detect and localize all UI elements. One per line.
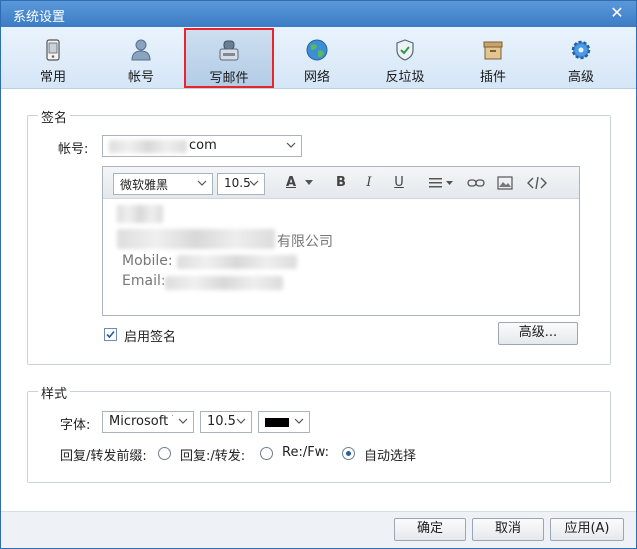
code-view-icon[interactable] xyxy=(527,176,547,190)
tab-account[interactable]: 帐号 xyxy=(97,29,185,87)
font-label: 字体: xyxy=(60,418,91,433)
close-icon[interactable]: ✕ xyxy=(608,4,626,22)
prefix-radio-auto[interactable] xyxy=(342,447,355,460)
underline-button[interactable]: U xyxy=(389,175,409,191)
selection-highlight xyxy=(184,28,274,88)
signature-email-label: Email: xyxy=(122,273,166,289)
prefix-radio-refw[interactable] xyxy=(260,447,273,460)
window-title: 系统设置 xyxy=(13,10,66,25)
enable-signature-checkbox[interactable] xyxy=(104,328,117,341)
redacted-account xyxy=(109,140,187,153)
title-bar: 系统设置 ✕ xyxy=(1,1,636,27)
editor-font-select[interactable]: 微软雅黑 xyxy=(113,173,213,195)
checkmark-icon xyxy=(106,330,115,339)
dialog-footer: 确定 取消 应用(A) xyxy=(1,511,636,548)
size-value: 10.5 xyxy=(207,414,236,429)
user-icon xyxy=(131,39,151,61)
tab-network[interactable]: 网络 xyxy=(273,29,361,87)
chevron-down-icon[interactable] xyxy=(305,180,313,186)
font-value: Microsoft Y xyxy=(109,414,173,429)
prefix-option-label: 自动选择 xyxy=(364,449,417,464)
style-group: 样式 字体: Microsoft Y 10.5 回复/转发前缀: 回复:/转发:… xyxy=(27,383,611,483)
tab-common[interactable]: 常用 xyxy=(9,29,97,87)
editor-size-value: 10.5 xyxy=(224,176,251,190)
bold-button[interactable]: B xyxy=(331,175,351,191)
chevron-down-icon xyxy=(197,180,207,186)
settings-content: 签名 帐号: com 微软雅黑 10.5 A B I U 有限公司 Mobile… xyxy=(7,91,630,511)
account-value: com xyxy=(189,138,217,153)
link-icon[interactable] xyxy=(467,177,485,189)
signature-advanced-button[interactable]: 高级... xyxy=(498,322,578,345)
gear-icon xyxy=(571,40,591,60)
italic-button[interactable]: I xyxy=(359,175,379,191)
tab-label: 常用 xyxy=(39,70,66,85)
prefix-option-label: Re:/Fw: xyxy=(282,445,329,460)
enable-signature-label: 启用签名 xyxy=(124,330,177,345)
tab-label: 网络 xyxy=(303,70,330,85)
prefix-radio-reply[interactable] xyxy=(158,447,171,460)
tab-label: 插件 xyxy=(479,70,506,85)
size-select[interactable]: 10.5 xyxy=(200,411,252,433)
apply-button[interactable]: 应用(A) xyxy=(550,518,624,541)
tab-label: 帐号 xyxy=(127,70,154,85)
redacted-name xyxy=(117,205,163,223)
tab-advanced[interactable]: 高级 xyxy=(537,29,625,87)
phone-icon xyxy=(46,39,60,61)
chevron-down-icon xyxy=(249,180,259,186)
signature-mobile-label: Mobile: xyxy=(122,253,173,269)
ok-button[interactable]: 确定 xyxy=(394,518,466,541)
align-icon[interactable] xyxy=(429,177,455,189)
signature-group-title: 签名 xyxy=(38,107,71,126)
editor-font-value: 微软雅黑 xyxy=(120,178,169,192)
font-color-button[interactable]: A xyxy=(281,175,301,191)
shield-icon xyxy=(396,39,414,61)
font-select[interactable]: Microsoft Y xyxy=(102,411,194,433)
image-icon[interactable] xyxy=(497,176,513,190)
signature-editor[interactable]: 微软雅黑 10.5 A B I U 有限公司 Mobile: Email: xyxy=(102,166,580,316)
globe-icon xyxy=(306,39,328,61)
tab-antispam[interactable]: 反垃圾 xyxy=(361,29,449,87)
style-group-title: 样式 xyxy=(38,383,71,402)
prefix-label: 回复/转发前缀: xyxy=(60,449,147,464)
chevron-down-icon xyxy=(286,142,296,148)
tab-label: 反垃圾 xyxy=(385,70,425,85)
cancel-button[interactable]: 取消 xyxy=(472,518,544,541)
signature-group: 签名 帐号: com 微软雅黑 10.5 A B I U 有限公司 Mobile… xyxy=(27,107,611,365)
prefix-option-label: 回复:/转发: xyxy=(180,449,246,464)
tab-label: 高级 xyxy=(567,70,594,85)
settings-window: 系统设置 ✕ 常用 帐号 写邮件 网络 反垃圾 插件 高级 签名 帐号: com… xyxy=(0,0,637,549)
radio-dot xyxy=(346,451,351,456)
tab-compose[interactable]: 写邮件 xyxy=(184,28,274,88)
editor-toolbar: 微软雅黑 10.5 A B I U xyxy=(103,167,579,199)
redacted-company xyxy=(117,229,275,249)
editor-size-select[interactable]: 10.5 xyxy=(217,173,265,195)
chevron-down-icon xyxy=(236,418,246,424)
category-toolbar: 常用 帐号 写邮件 网络 反垃圾 插件 高级 xyxy=(1,27,636,89)
color-select[interactable] xyxy=(258,411,310,433)
account-select[interactable]: com xyxy=(102,135,302,157)
color-swatch xyxy=(265,418,289,427)
tab-plugins[interactable]: 插件 xyxy=(449,29,537,87)
signature-company-text: 有限公司 xyxy=(277,234,333,250)
chevron-down-icon xyxy=(178,418,188,424)
redacted-mobile xyxy=(177,255,297,269)
account-label: 帐号: xyxy=(58,142,89,157)
chevron-down-icon xyxy=(294,418,304,424)
redacted-email xyxy=(165,276,283,290)
plugin-box-icon xyxy=(483,41,503,60)
